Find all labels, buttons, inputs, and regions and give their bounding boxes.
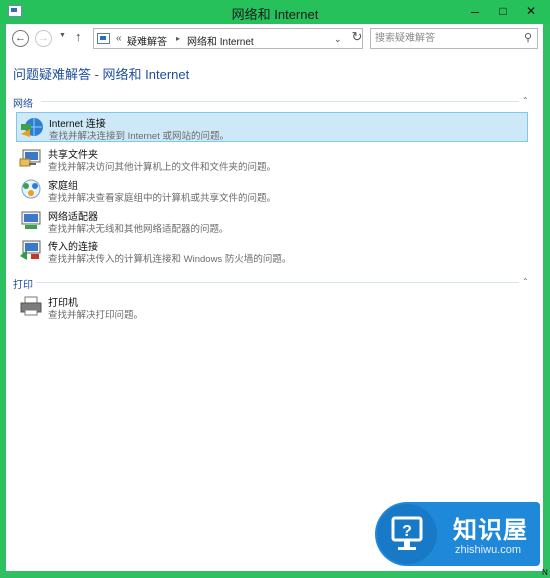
title-bar[interactable]: 网络和 Internet – □ ✕ <box>0 0 550 24</box>
maximize-button[interactable]: □ <box>490 1 516 21</box>
item-description: 查找并解决连接到 Internet 或网站的问题。 <box>49 131 229 142</box>
item-description: 查找并解决查看家庭组中的计算机或共享文件的问题。 <box>48 193 277 204</box>
printer-icon <box>19 295 43 317</box>
collapse-chevron-icon[interactable]: ⌃ <box>522 96 529 105</box>
globe-connection-icon <box>20 116 44 138</box>
list-item-shared-folders[interactable]: 共享文件夹 查找并解决访问其他计算机上的文件和文件夹的问题。 <box>16 144 528 174</box>
list-item-printer[interactable]: 打印机 查找并解决打印问题。 <box>16 292 528 322</box>
minimize-button[interactable]: – <box>462 1 488 21</box>
close-button[interactable]: ✕ <box>518 1 544 21</box>
address-box[interactable]: « 疑难解答 ▸ 网络和 Internet ⌄ <box>93 28 363 49</box>
forward-arrow-icon[interactable]: → <box>35 30 52 47</box>
section-divider <box>36 282 519 283</box>
location-icon <box>97 33 110 44</box>
breadcrumb-troubleshooting[interactable]: 疑难解答 <box>127 33 167 48</box>
section-header-network: 网络 <box>13 99 33 110</box>
up-arrow-icon[interactable]: ↑ <box>75 29 82 44</box>
window-frame: 网络和 Internet – □ ✕ ← → ▼ ↑ « 疑难解答 ▸ 网络和 … <box>0 0 550 578</box>
search-icon[interactable]: ⚲ <box>524 31 532 44</box>
search-input[interactable] <box>375 31 515 46</box>
breadcrumb-network-internet[interactable]: 网络和 Internet <box>187 33 254 48</box>
recent-pages-dropdown-icon[interactable]: ▼ <box>59 32 66 39</box>
refresh-icon[interactable]: ↻ <box>348 29 366 48</box>
watermark-text-cn: 知识屋 <box>453 517 528 544</box>
address-dropdown-icon[interactable]: ⌄ <box>334 34 342 45</box>
section-divider <box>41 101 519 102</box>
svg-text:?: ? <box>402 523 412 540</box>
breadcrumb-separator[interactable]: ▸ <box>176 34 180 43</box>
search-box[interactable]: ⚲ <box>370 28 538 49</box>
collapse-chevron-icon[interactable]: ⌃ <box>522 277 529 286</box>
list-item-homegroup[interactable]: 家庭组 查找并解决查看家庭组中的计算机或共享文件的问题。 <box>16 175 528 205</box>
shared-folder-icon <box>19 147 43 169</box>
page-title: 问题疑难解答 - 网络和 Internet <box>13 67 190 82</box>
back-arrow-icon[interactable]: ← <box>12 30 29 47</box>
incoming-connections-icon <box>19 239 43 261</box>
breadcrumb-overflow[interactable]: « <box>116 33 122 44</box>
watermark-text-en: zhishiwu.com <box>455 544 522 556</box>
navigation-bar: ← → ▼ ↑ « 疑难解答 ▸ 网络和 Internet ⌄ ↻ ⚲ <box>6 24 543 54</box>
homegroup-icon <box>19 178 43 200</box>
item-description: 查找并解决打印问题。 <box>48 310 144 321</box>
corner-glyph: N <box>542 568 548 577</box>
list-item-network-adapter[interactable]: 网络适配器 查找并解决无线和其他网络适配器的问题。 <box>16 206 528 236</box>
watermark-logo: ? 知识屋 zhishiwu.com <box>375 502 540 566</box>
list-item-internet-connections[interactable]: Internet 连接 查找并解决连接到 Internet 或网站的问题。 <box>16 112 528 142</box>
item-description: 查找并解决访问其他计算机上的文件和文件夹的问题。 <box>48 162 277 173</box>
list-item-incoming-connections[interactable]: 传入的连接 查找并解决传入的计算机连接和 Windows 防火墙的问题。 <box>16 236 528 266</box>
content-area: ← → ▼ ↑ « 疑难解答 ▸ 网络和 Internet ⌄ ↻ ⚲ 问题疑难… <box>6 24 543 571</box>
item-description: 查找并解决传入的计算机连接和 Windows 防火墙的问题。 <box>48 254 292 265</box>
item-description: 查找并解决无线和其他网络适配器的问题。 <box>48 224 229 235</box>
network-adapter-icon <box>19 209 43 231</box>
section-header-printing: 打印 <box>13 280 33 291</box>
help-monitor-icon: ? <box>377 504 437 564</box>
